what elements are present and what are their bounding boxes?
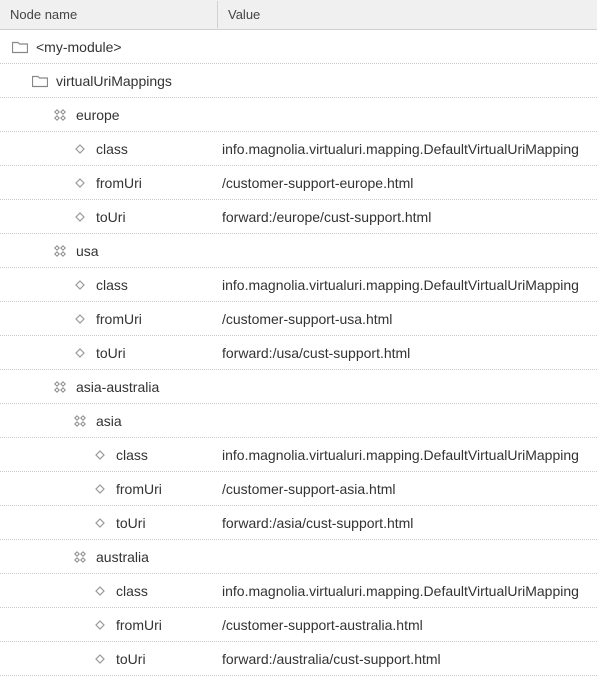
node-name-label: class <box>90 277 128 293</box>
node-name-label: <my-module> <box>30 39 122 55</box>
tree-row[interactable]: fromUri/customer-support-australia.html <box>0 608 597 642</box>
tree-row[interactable]: fromUri/customer-support-europe.html <box>0 166 597 200</box>
node-name-cell[interactable]: asia-australia <box>0 379 218 395</box>
tree-row[interactable]: toUri forward:/australia/cust-support.htm… <box>0 642 597 676</box>
tree-row[interactable]: australia <box>0 540 597 574</box>
folder-icon <box>30 74 50 88</box>
node-name-cell[interactable]: toUri <box>0 515 218 531</box>
tree-row[interactable]: europe <box>0 98 597 132</box>
property-icon <box>90 586 110 596</box>
node-value-cell[interactable]: /customer-support-usa.html <box>218 311 597 327</box>
content-node-icon <box>70 413 90 429</box>
node-name-cell[interactable]: fromUri <box>0 481 218 497</box>
property-icon <box>90 620 110 630</box>
node-name-cell[interactable]: toUri <box>0 345 218 361</box>
tree-row[interactable]: asia <box>0 404 597 438</box>
node-name-cell[interactable]: asia <box>0 413 218 429</box>
node-value-cell[interactable]: forward:/asia/cust-support.html <box>218 515 597 531</box>
node-value-cell[interactable]: /customer-support-europe.html <box>218 175 597 191</box>
tree-row[interactable]: fromUri/customer-support-usa.html <box>0 302 597 336</box>
node-name-label: australia <box>90 549 149 565</box>
node-value-cell[interactable]: info.magnolia.virtualuri.mapping.Default… <box>218 583 597 599</box>
property-icon <box>70 348 90 358</box>
node-name-label: class <box>90 141 128 157</box>
node-name-cell[interactable]: fromUri <box>0 175 218 191</box>
node-name-label: toUri <box>90 209 126 225</box>
tree-row[interactable]: class info.magnolia.virtualuri.mapping.De… <box>0 574 597 608</box>
property-icon <box>70 280 90 290</box>
node-value-cell[interactable]: forward:/australia/cust-support.html <box>218 651 597 667</box>
node-value-cell[interactable]: forward:/europe/cust-support.html <box>218 209 597 225</box>
node-name-label: europe <box>70 107 120 123</box>
node-name-label: fromUri <box>90 311 142 327</box>
node-name-cell[interactable]: class <box>0 277 218 293</box>
tree-row[interactable]: toUri forward:/usa/cust-support.html <box>0 336 597 370</box>
node-name-cell[interactable]: class <box>0 141 218 157</box>
column-header: Node name Value <box>0 0 597 30</box>
node-name-cell[interactable]: australia <box>0 549 218 565</box>
node-name-cell[interactable]: class <box>0 447 218 463</box>
node-name-label: class <box>110 447 148 463</box>
node-name-label: asia-australia <box>70 379 159 395</box>
content-node-icon <box>70 549 90 565</box>
property-icon <box>90 450 110 460</box>
property-icon <box>90 654 110 664</box>
tree-row[interactable]: class info.magnolia.virtualuri.mapping.De… <box>0 438 597 472</box>
tree-row[interactable]: toUri forward:/europe/cust-support.html <box>0 200 597 234</box>
property-icon <box>70 314 90 324</box>
property-icon <box>90 518 110 528</box>
node-value-cell[interactable]: info.magnolia.virtualuri.mapping.Default… <box>218 277 597 293</box>
node-name-label: toUri <box>110 515 146 531</box>
node-name-label: toUri <box>90 345 126 361</box>
node-name-cell[interactable]: virtualUriMappings <box>0 73 218 89</box>
tree-row[interactable]: virtualUriMappings <box>0 64 597 98</box>
tree-row[interactable]: class info.magnolia.virtualuri.mapping.De… <box>0 268 597 302</box>
tree-row[interactable]: asia-australia <box>0 370 597 404</box>
node-name-label: usa <box>70 243 99 259</box>
node-name-cell[interactable]: europe <box>0 107 218 123</box>
property-icon <box>90 484 110 494</box>
property-icon <box>70 144 90 154</box>
node-name-cell[interactable]: toUri <box>0 651 218 667</box>
column-header-name[interactable]: Node name <box>0 1 218 28</box>
node-value-cell[interactable]: info.magnolia.virtualuri.mapping.Default… <box>218 141 597 157</box>
node-name-label: class <box>110 583 148 599</box>
node-name-label: fromUri <box>90 175 142 191</box>
tree-row[interactable]: <my-module> <box>0 30 597 64</box>
node-name-cell[interactable]: class <box>0 583 218 599</box>
tree-rows: <my-module> virtualUriMappings europe class… <box>0 30 597 676</box>
node-value-cell[interactable]: forward:/usa/cust-support.html <box>218 345 597 361</box>
column-header-value[interactable]: Value <box>218 1 597 28</box>
tree-row[interactable]: usa <box>0 234 597 268</box>
folder-icon <box>10 40 30 54</box>
node-name-label: virtualUriMappings <box>50 73 172 89</box>
node-name-cell[interactable]: toUri <box>0 209 218 225</box>
property-icon <box>70 212 90 222</box>
tree-row[interactable]: toUri forward:/asia/cust-support.html <box>0 506 597 540</box>
node-name-label: toUri <box>110 651 146 667</box>
content-node-icon <box>50 243 70 259</box>
node-name-cell[interactable]: <my-module> <box>0 39 218 55</box>
property-icon <box>70 178 90 188</box>
node-name-cell[interactable]: fromUri <box>0 311 218 327</box>
node-name-label: asia <box>90 413 122 429</box>
node-value-cell[interactable]: info.magnolia.virtualuri.mapping.Default… <box>218 447 597 463</box>
node-name-label: fromUri <box>110 481 162 497</box>
tree-row[interactable]: fromUri/customer-support-asia.html <box>0 472 597 506</box>
node-name-cell[interactable]: usa <box>0 243 218 259</box>
tree-row[interactable]: class info.magnolia.virtualuri.mapping.De… <box>0 132 597 166</box>
content-node-icon <box>50 379 70 395</box>
node-value-cell[interactable]: /customer-support-asia.html <box>218 481 597 497</box>
content-node-icon <box>50 107 70 123</box>
